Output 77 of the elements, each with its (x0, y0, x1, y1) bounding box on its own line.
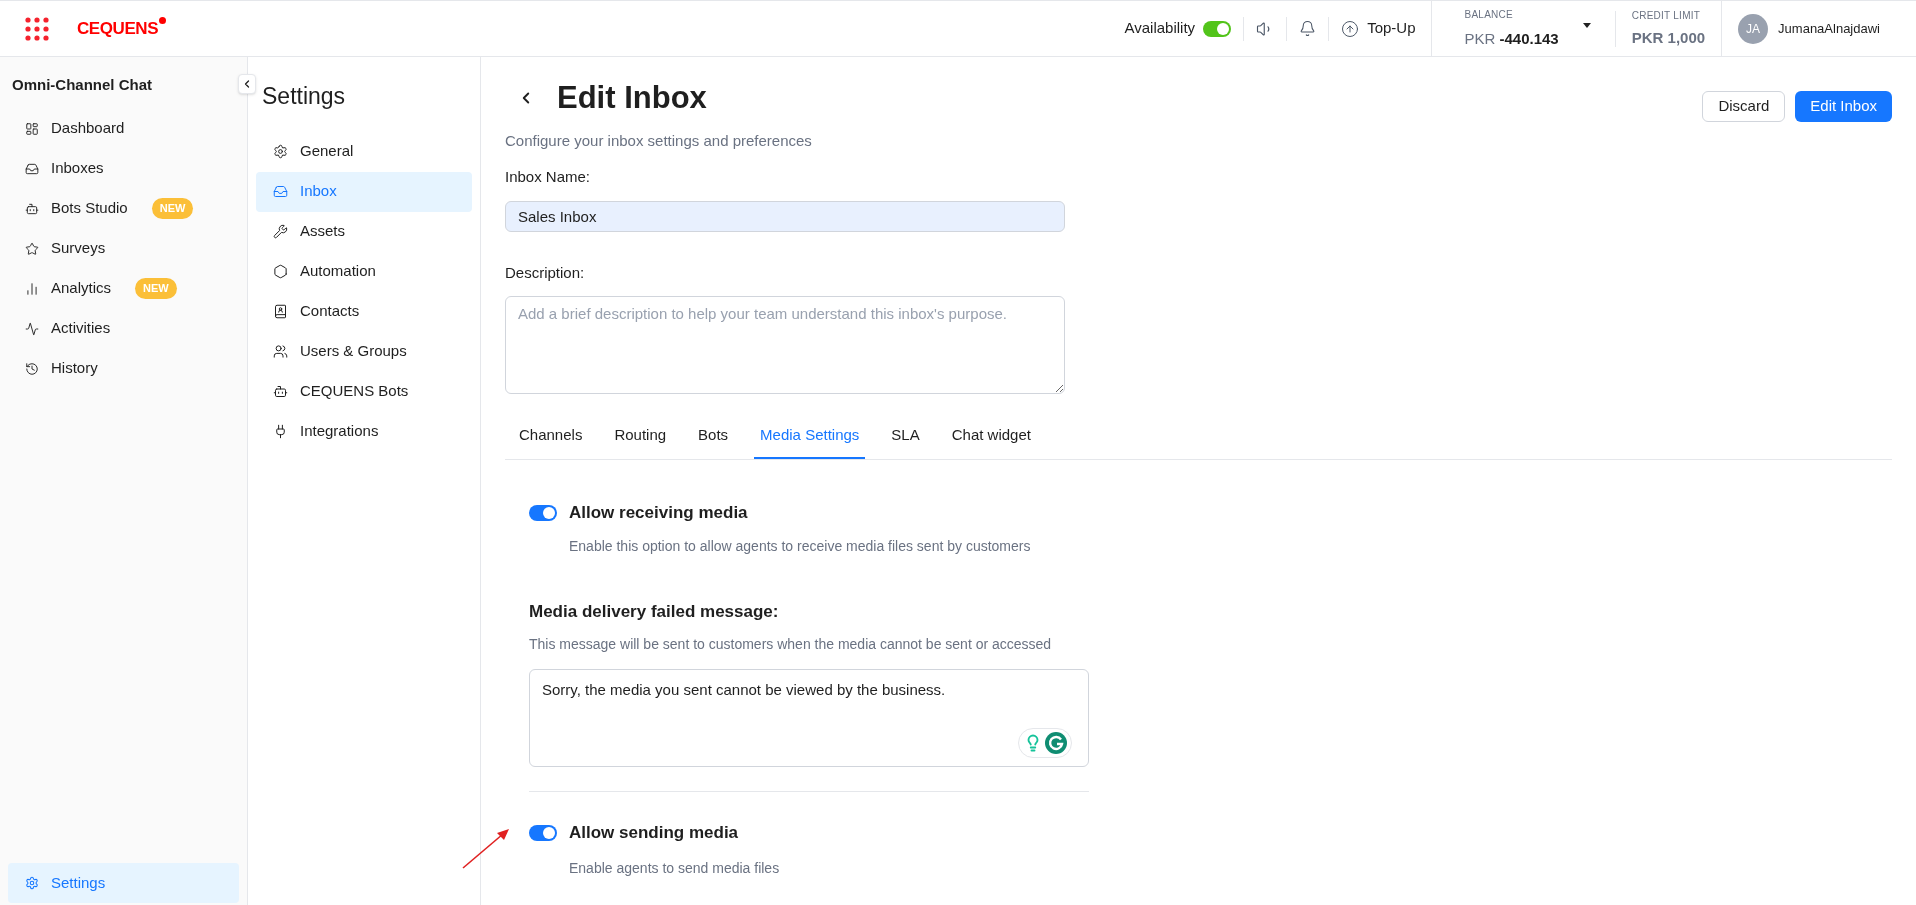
settings-icon (273, 144, 288, 159)
page-title: Edit Inbox (557, 79, 707, 117)
tab[interactable]: Media Settings (754, 416, 866, 459)
robot-icon (25, 201, 39, 216)
inbox-name-input[interactable]: Sales Inbox (505, 200, 1065, 232)
setting-description: Enable agents to send media files (569, 858, 781, 878)
setting-description: Enable this option to allow agents to receive media files sent by customers (569, 536, 1032, 556)
settings-menu-item[interactable]: General (256, 131, 472, 172)
sending-media-toggle[interactable] (529, 824, 557, 841)
setting-title: Allow sending media (569, 822, 739, 844)
settings-menu-item[interactable]: Users & Groups (256, 331, 472, 372)
settings-menu-item[interactable]: Inbox (256, 171, 472, 212)
settings-menu-item[interactable]: Integrations (256, 411, 472, 452)
sidebar-item[interactable]: Activities (8, 308, 239, 349)
new-badge: NEW (151, 198, 194, 219)
availability-toggle[interactable] (1203, 20, 1232, 37)
field-label: Media delivery failed message: (529, 600, 780, 623)
failed-message-input[interactable]: Sorry, the media you sent cannot be viewed by the business. (529, 669, 1089, 767)
wrench-icon (273, 224, 288, 239)
inbox-icon (25, 161, 39, 176)
settings-title: Settings (261, 82, 347, 111)
sidebar-item[interactable]: Analytics NEW (8, 268, 239, 309)
credit-limit-label: CREDIT LIMIT (1631, 8, 1702, 23)
robot-icon (273, 384, 288, 399)
dashboard-icon (25, 121, 39, 136)
history-icon (25, 361, 39, 376)
settings-menu-item[interactable]: Contacts (256, 291, 472, 332)
sidebar-item[interactable]: History (8, 348, 239, 389)
setting-title: Allow receiving media (569, 502, 748, 524)
hexagon-icon (273, 264, 288, 279)
grid-menu-icon[interactable] (25, 16, 49, 41)
annotation-arrow (461, 826, 511, 870)
sidebar-item[interactable]: Settings (8, 863, 239, 903)
caret-down-icon[interactable] (1582, 22, 1591, 28)
description-input[interactable]: Add a brief description to help your team understand this inbox's purpose. (505, 296, 1065, 394)
inbox-icon (273, 184, 288, 199)
contacts-book-icon (273, 304, 288, 319)
sidebar-item[interactable]: Bots Studio NEW (8, 188, 239, 229)
credit-limit-value: PKR 1,000 (1631, 27, 1706, 48)
tab[interactable]: SLA (885, 416, 926, 459)
plug-icon (273, 424, 288, 439)
tab[interactable]: Routing (608, 416, 673, 459)
new-badge: NEW (135, 278, 177, 299)
assistant-logo-icon (1044, 732, 1067, 754)
arrow-up-circle-icon (1341, 19, 1360, 38)
sidebar-item[interactable]: Surveys (8, 228, 239, 269)
user-name: JumanaAlnajdawi (1778, 19, 1880, 38)
activity-icon (25, 321, 39, 336)
availability-label: Availability (1124, 18, 1196, 39)
bar-chart-icon (25, 281, 39, 296)
top-up-button[interactable]: Top-Up (1341, 17, 1416, 40)
settings-menu-item[interactable]: Automation (256, 251, 472, 292)
collapse-button[interactable] (238, 74, 256, 94)
field-description: This message will be sent to customers when the media cannot be sent or accessed (529, 635, 1053, 654)
tab[interactable]: Bots (692, 416, 735, 459)
tab[interactable]: Chat widget (945, 416, 1037, 459)
sidebar-title: Omni-Channel Chat (11, 75, 153, 95)
sidebar-item[interactable]: Inboxes (8, 148, 239, 189)
tab[interactable]: Channels (513, 416, 589, 459)
page-subtitle: Configure your inbox settings and preferences (505, 130, 812, 151)
balance-label: BALANCE (1464, 7, 1514, 22)
sidebar-item[interactable]: Dashboard (8, 108, 239, 149)
bell-icon[interactable] (1299, 20, 1317, 37)
edit-inbox-button[interactable]: Edit Inbox (1795, 91, 1892, 122)
failed-message-text: Sorry, the media you sent cannot be viewed by the business. (542, 681, 946, 698)
users-icon (273, 344, 288, 359)
field-label: Inbox Name: (505, 167, 592, 187)
balance-amount: PKR -440.143 (1464, 28, 1559, 49)
field-label: Description: (505, 262, 586, 283)
receiving-media-toggle[interactable] (529, 504, 557, 521)
discard-button[interactable]: Discard (1702, 91, 1786, 122)
brand-logo: CEQUENS (77, 15, 167, 42)
writing-assistant-widget[interactable] (1018, 728, 1072, 758)
settings-menu-item[interactable]: Assets (256, 211, 472, 252)
settings-menu-item[interactable]: CEQUENS Bots (256, 371, 472, 412)
settings-icon (25, 876, 39, 890)
star-icon (25, 241, 39, 256)
